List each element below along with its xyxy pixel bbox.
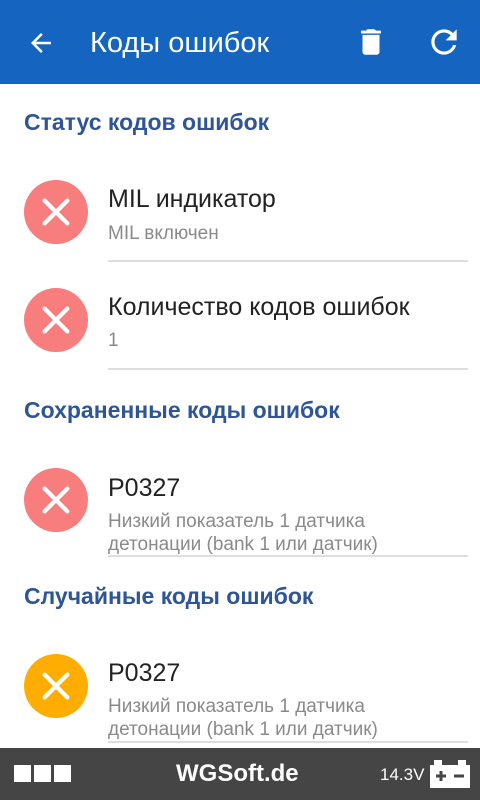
app-bar: Коды ошибок xyxy=(0,0,480,84)
delete-codes-button[interactable] xyxy=(349,20,393,64)
status-error-badge xyxy=(24,180,88,244)
battery-voltage: 14.3V xyxy=(380,765,425,784)
item-divider xyxy=(108,368,468,370)
app-screen: Коды ошибок Статус кодов ошибок MIL инди… xyxy=(0,0,480,800)
item-divider xyxy=(108,555,468,557)
item-title: Количество кодов ошибок xyxy=(108,293,410,321)
indicator-square xyxy=(34,765,51,782)
status-error-badge xyxy=(24,288,88,352)
section-title-stored: Сохраненные коды ошибок xyxy=(24,397,340,423)
refresh-button[interactable] xyxy=(422,20,466,64)
status-warning-badge xyxy=(24,654,88,718)
item-subtitle: Низкий показатель 1 датчика детонации (b… xyxy=(108,696,378,740)
close-icon xyxy=(42,306,70,334)
list-item-code-count[interactable]: Количество кодов ошибок 1 xyxy=(0,280,480,370)
list-item-stored-code[interactable]: P0327 Низкий показатель 1 датчика детона… xyxy=(0,460,480,560)
section-title-pending: Случайные коды ошибок xyxy=(24,583,314,609)
status-footer: WGSoft.de 14.3V xyxy=(0,748,480,800)
page-title: Коды ошибок xyxy=(90,27,270,59)
item-divider xyxy=(108,260,468,262)
close-icon xyxy=(42,672,70,700)
list-item-pending-code[interactable]: P0327 Низкий показатель 1 датчика детона… xyxy=(0,646,480,746)
section-title-status: Статус кодов ошибок xyxy=(24,109,270,135)
codes-list[interactable]: Статус кодов ошибок MIL индикатор MIL вк… xyxy=(0,84,480,748)
list-item-mil-indicator[interactable]: MIL индикатор MIL включен xyxy=(0,172,480,262)
close-icon xyxy=(42,198,70,226)
item-divider xyxy=(108,741,468,743)
item-subtitle: Низкий показатель 1 датчика детонации (b… xyxy=(108,511,378,555)
arrow-back-icon xyxy=(31,33,51,53)
trash-icon xyxy=(361,29,381,55)
item-subtitle: MIL включен xyxy=(108,223,219,244)
connection-indicator[interactable] xyxy=(14,765,74,782)
item-title: P0327 xyxy=(108,474,181,502)
item-subtitle: 1 xyxy=(108,330,119,351)
refresh-icon xyxy=(431,29,457,55)
indicator-square xyxy=(14,765,31,782)
car-battery-icon xyxy=(430,760,470,788)
back-button[interactable] xyxy=(20,22,62,64)
brand-logo-text[interactable]: WGSoft.de xyxy=(176,760,299,788)
item-title: P0327 xyxy=(108,659,181,687)
indicator-square xyxy=(54,765,71,782)
status-error-badge xyxy=(24,468,88,532)
close-icon xyxy=(42,486,70,514)
item-title: MIL индикатор xyxy=(108,185,276,213)
